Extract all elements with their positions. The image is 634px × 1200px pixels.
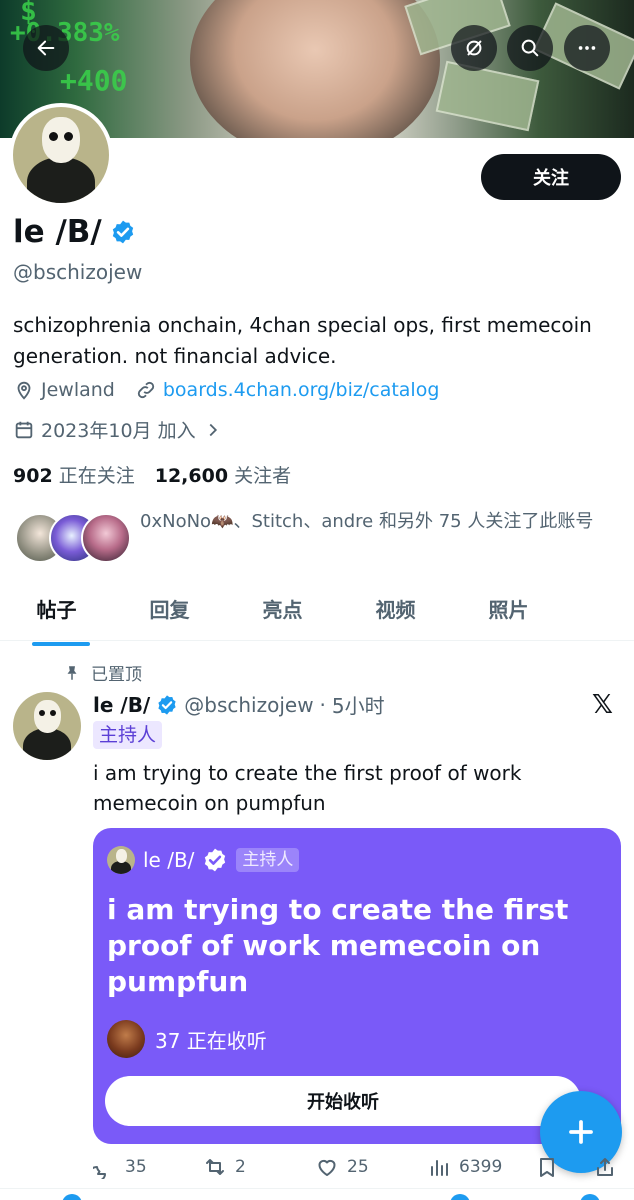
- profile-name-text: le /B/: [13, 214, 102, 250]
- chevron-right-icon: [209, 423, 217, 436]
- tab-posts[interactable]: 帖子: [0, 585, 113, 646]
- back-arrow-icon: [37, 40, 55, 56]
- repost-button[interactable]: 2: [203, 1155, 246, 1179]
- profile-tabs: 帖子 回复 亮点 视频 照片: [0, 585, 634, 646]
- share-button[interactable]: [593, 1155, 617, 1179]
- followers-count-link[interactable]: 12,600 关注者: [155, 461, 291, 488]
- bookmark-icon: [540, 1158, 554, 1177]
- link-icon: [137, 381, 154, 399]
- tab-label: 帖子: [36, 598, 77, 622]
- post-time[interactable]: 5小时: [332, 690, 385, 719]
- calendar-icon: [15, 421, 33, 438]
- avatar: [81, 513, 131, 563]
- follow-button[interactable]: 关注: [481, 154, 621, 200]
- profile-joined-row[interactable]: 2023年10月 加入: [13, 416, 224, 443]
- repost-count: 2: [235, 1157, 246, 1177]
- follow-counts: 902 正在关注 12,600 关注者: [13, 461, 291, 488]
- tab-label: 照片: [488, 598, 529, 622]
- followed-by-avatars[interactable]: [15, 513, 131, 565]
- profile-location: Jewland: [41, 379, 115, 401]
- tab-videos[interactable]: 视频: [339, 585, 452, 640]
- space-title: i am trying to create the first proof of…: [107, 893, 569, 998]
- search-icon: [521, 39, 539, 57]
- x-logo-icon: 𝕏: [592, 690, 613, 720]
- banner-face: [190, 0, 440, 138]
- pin-icon: [67, 665, 77, 680]
- space-host-row: le /B/ 主持人: [107, 846, 300, 874]
- profile-bio: schizophrenia onchain, 4chan special ops…: [13, 313, 592, 368]
- post-header: le /B/ @bschizojew · 5小时: [93, 690, 385, 719]
- like-button[interactable]: 25: [315, 1155, 369, 1179]
- profile-website-link[interactable]: boards.4chan.org/biz/catalog: [163, 379, 440, 401]
- pinned-text: 已置顶: [91, 665, 142, 685]
- active-tab-indicator: [32, 642, 90, 646]
- bookmark-button[interactable]: [535, 1155, 559, 1179]
- listener-avatar: [107, 1020, 145, 1058]
- like-count: 25: [347, 1157, 369, 1177]
- post-text[interactable]: i am trying to create the first proof of…: [93, 758, 613, 818]
- space-host-badge: 主持人: [236, 848, 300, 872]
- tab-replies[interactable]: 回复: [113, 585, 226, 640]
- post-author-name[interactable]: le /B/: [93, 693, 150, 717]
- plus-icon: [569, 1120, 593, 1144]
- repost-icon: [206, 1159, 224, 1175]
- profile-joined: 2023年10月 加入: [41, 420, 196, 442]
- back-button[interactable]: [23, 25, 69, 71]
- tab-highlights[interactable]: 亮点: [226, 585, 339, 640]
- grok-icon: [466, 40, 482, 56]
- start-listening-button[interactable]: 开始收听: [105, 1076, 581, 1126]
- search-button[interactable]: [507, 25, 553, 71]
- following-count-link[interactable]: 902 正在关注: [13, 461, 135, 488]
- space-host-avatar: [107, 846, 135, 874]
- share-icon: [597, 1158, 613, 1176]
- space-host-name: le /B/: [143, 848, 195, 872]
- bottom-navigation: [0, 1188, 634, 1200]
- reply-button[interactable]: 35: [93, 1155, 147, 1179]
- following-count: 902: [13, 465, 53, 487]
- post-author-handle[interactable]: @bschizojew: [184, 693, 313, 717]
- post-author-avatar[interactable]: [13, 692, 81, 760]
- space-listener-count: 37 正在收听: [155, 1028, 267, 1053]
- more-icon: [578, 46, 596, 50]
- tab-photos[interactable]: 照片: [452, 585, 565, 640]
- more-button[interactable]: [564, 25, 610, 71]
- views-count: 6399: [459, 1157, 503, 1177]
- views-chart-icon: [431, 1160, 448, 1176]
- verified-badge-icon: [158, 694, 176, 715]
- profile-meta-location-website: Jewland boards.4chan.org/biz/catalog: [13, 379, 439, 401]
- reply-icon: [93, 1166, 106, 1179]
- tab-label: 回复: [149, 598, 190, 622]
- tab-label: 视频: [375, 598, 416, 622]
- verified-badge-icon[interactable]: [110, 219, 136, 245]
- views-button[interactable]: 6399: [427, 1155, 502, 1179]
- banner-bill: [435, 60, 540, 132]
- reply-count: 35: [125, 1157, 147, 1177]
- profile-handle: @bschizojew: [13, 260, 143, 284]
- followers-label: 关注者: [234, 465, 292, 487]
- banner-ticker-2: +400: [60, 64, 128, 97]
- post-separator: ·: [319, 692, 326, 717]
- space-listeners: 37 正在收听: [107, 1020, 267, 1058]
- followers-count: 12,600: [154, 465, 229, 487]
- tab-label: 亮点: [262, 598, 303, 622]
- profile-name: le /B/: [13, 214, 136, 250]
- followed-by-text[interactable]: 0xNoNo🦇、Stitch、andre 和另外 75 人关注了此账号: [140, 505, 630, 539]
- location-pin-icon: [17, 381, 31, 400]
- following-label: 正在关注: [58, 465, 135, 487]
- space-card[interactable]: le /B/ 主持人 i am trying to create the fir…: [93, 828, 621, 1144]
- grok-button[interactable]: [451, 25, 497, 71]
- host-badge: 主持人: [93, 721, 163, 749]
- post-actions: 35 2 25 6399: [93, 1155, 623, 1185]
- verified-badge-icon: [205, 848, 226, 872]
- profile-avatar[interactable]: [9, 103, 113, 207]
- heart-icon: [318, 1159, 336, 1176]
- pinned-label: 已置顶: [63, 660, 142, 685]
